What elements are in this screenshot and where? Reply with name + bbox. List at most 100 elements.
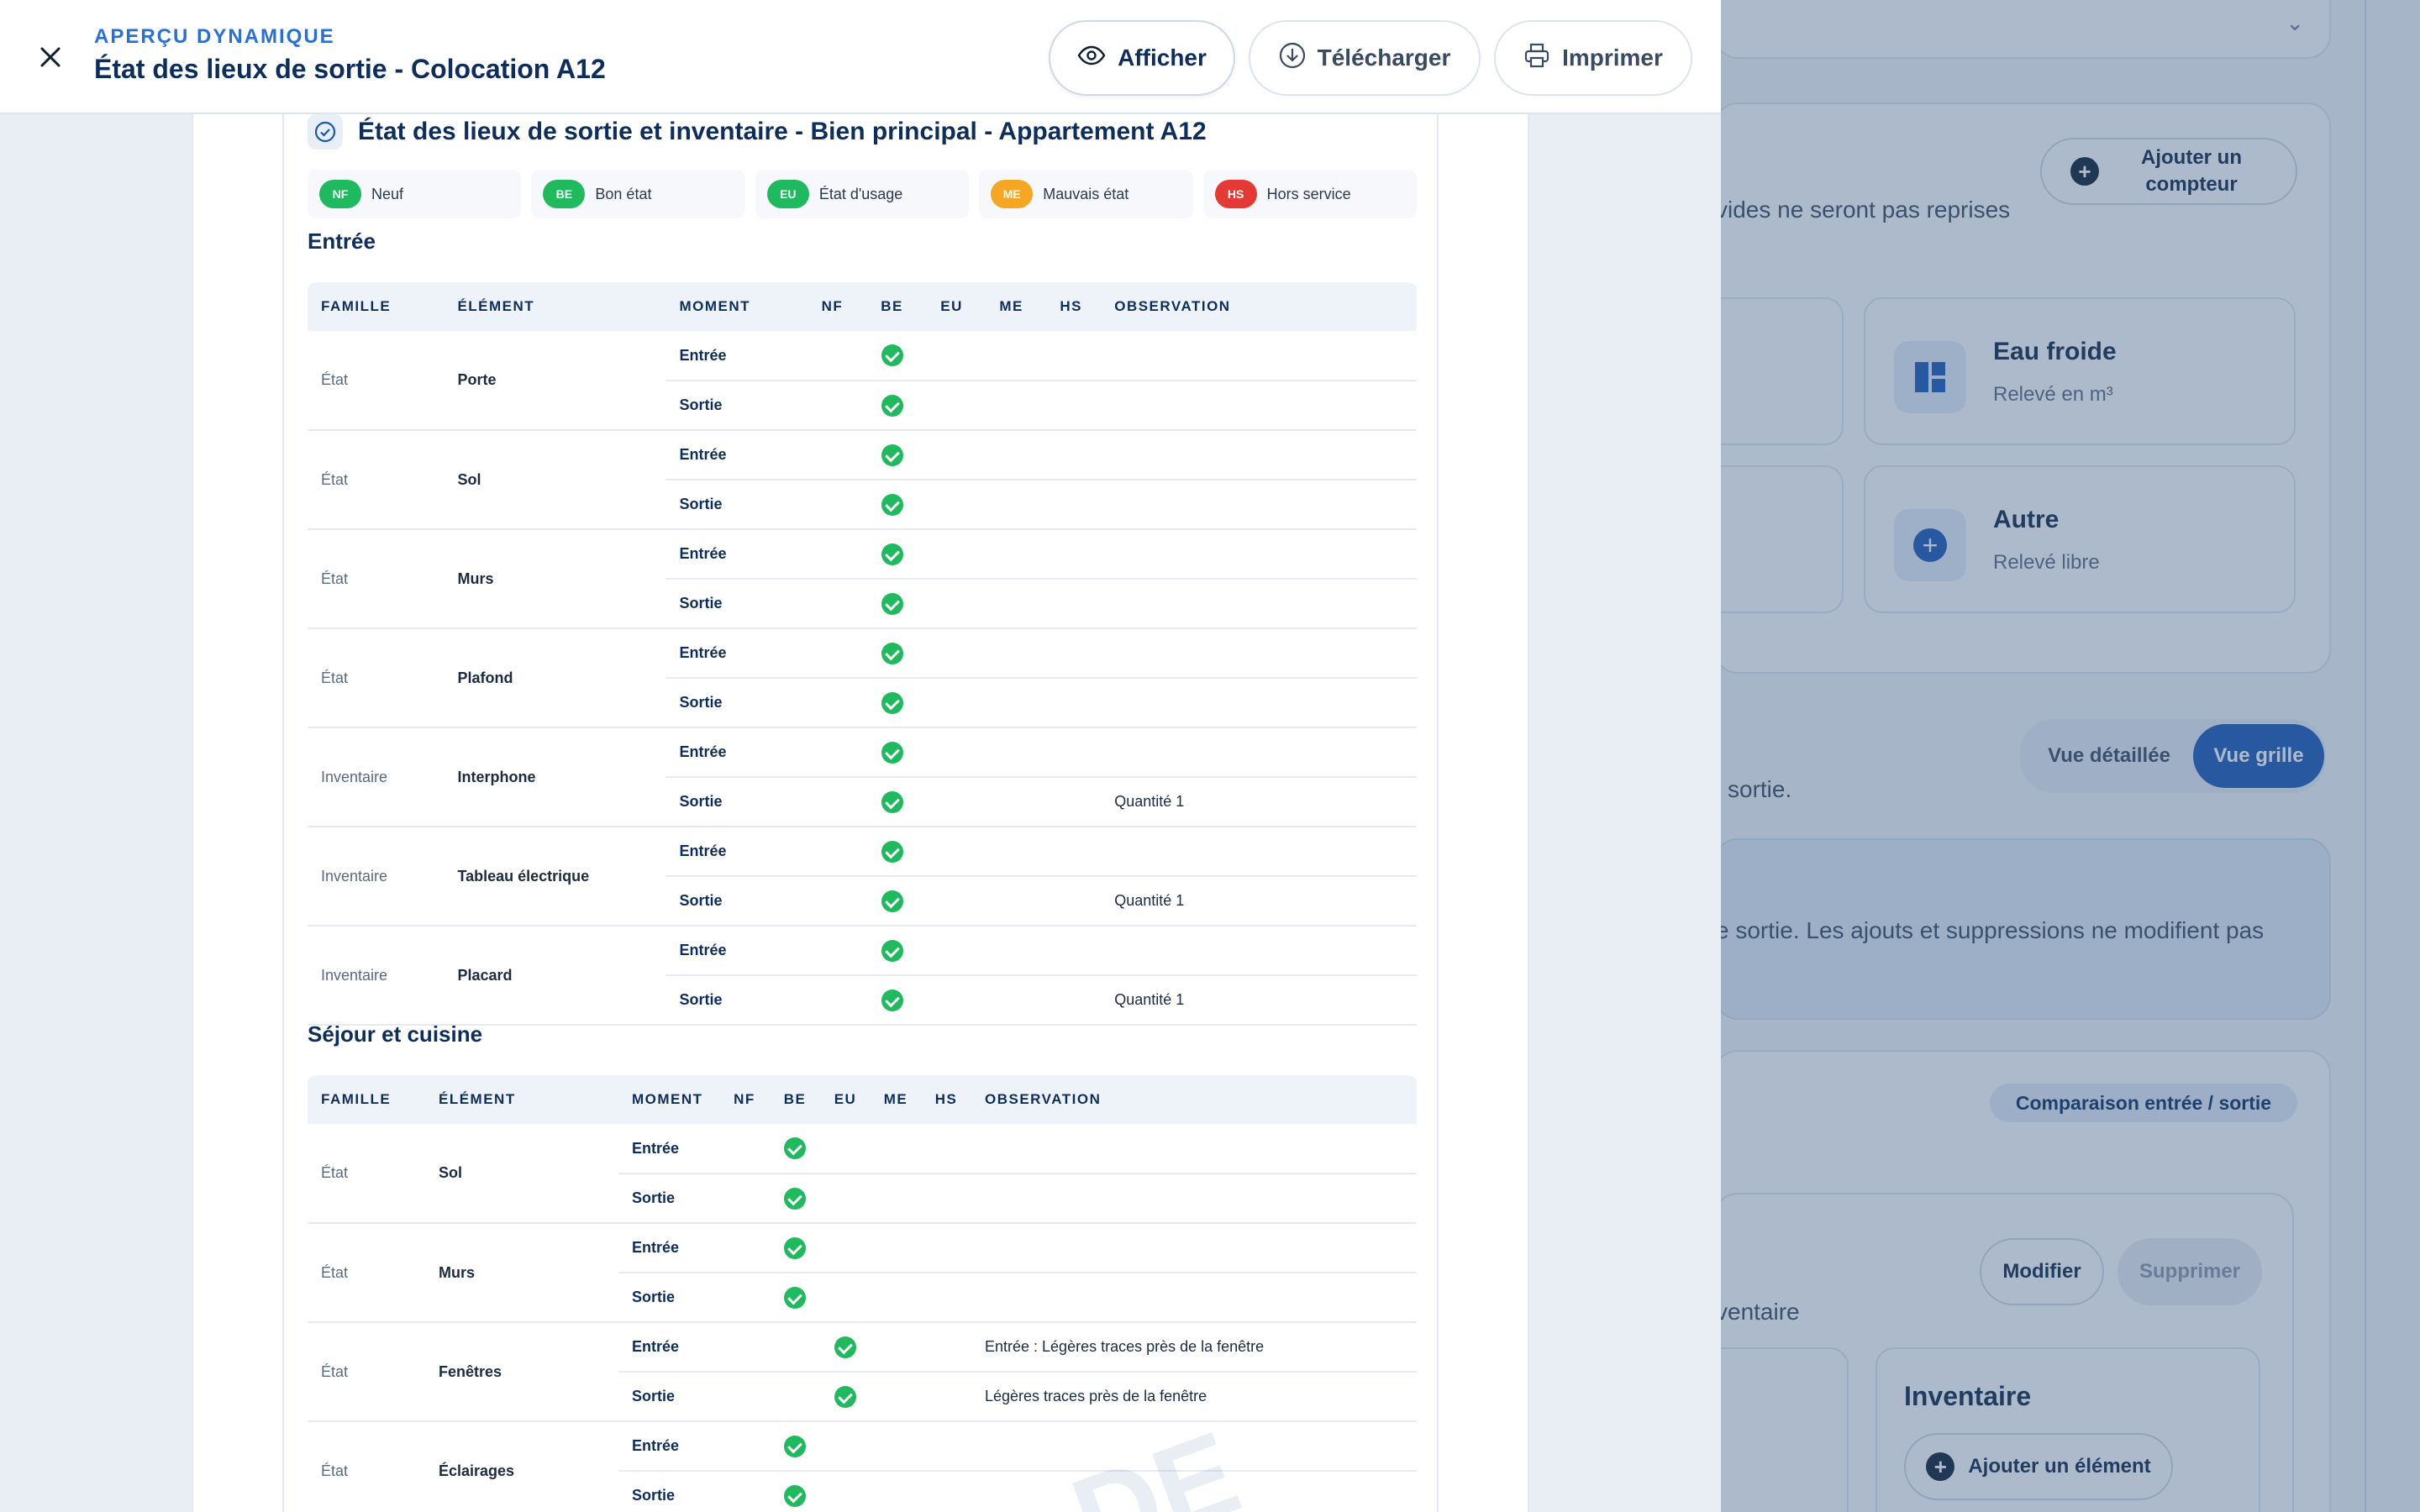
state-eu-cell xyxy=(922,678,982,728)
moment-cell: Sortie xyxy=(618,1372,719,1422)
observation-cell xyxy=(971,1124,1417,1174)
state-hs-cell xyxy=(1041,827,1102,877)
state-me-cell xyxy=(981,727,1042,778)
table-row: État Murs Entrée xyxy=(308,529,1417,629)
inventory-table: FAMILLE ÉLÉMENT MOMENT NF BE EU ME HS OBSERVATIO… xyxy=(308,1075,1417,1512)
state-me-cell xyxy=(981,975,1042,1026)
state-eu-cell xyxy=(820,1173,871,1224)
imprimer-button[interactable]: Imprimer xyxy=(1494,20,1692,96)
state-nf-cell xyxy=(719,1322,770,1373)
element-cell: Plafond xyxy=(444,628,666,728)
state-me-cell xyxy=(981,430,1042,480)
observation-cell xyxy=(1101,381,1417,431)
state-be-cell xyxy=(861,430,923,480)
state-hs-cell xyxy=(921,1471,971,1512)
moment-cell: Entrée xyxy=(618,1322,719,1373)
state-nf-cell xyxy=(802,628,862,679)
state-me-cell xyxy=(871,1322,921,1373)
table-row: État Fenêtres Entrée Entrée : Légères trace… xyxy=(308,1322,1417,1422)
state-eu-cell xyxy=(922,926,982,976)
state-eu-cell xyxy=(820,1322,871,1373)
preview-eyebrow: APERÇU DYNAMIQUE xyxy=(94,25,335,48)
state-me-cell xyxy=(871,1173,921,1224)
state-eu-cell xyxy=(922,876,982,927)
state-be-cell xyxy=(770,1173,820,1224)
state-hs-cell xyxy=(1041,777,1102,827)
state-hs-cell xyxy=(1041,628,1102,679)
moment-cell: Entrée xyxy=(666,628,802,679)
famille-cell: État xyxy=(308,331,445,431)
check-icon xyxy=(784,1236,806,1259)
state-hs-cell xyxy=(921,1223,971,1273)
check-icon xyxy=(881,989,903,1011)
telecharger-button[interactable]: Télécharger xyxy=(1249,20,1481,96)
state-nf-cell xyxy=(802,727,862,778)
state-hs-cell xyxy=(1041,579,1102,629)
close-icon[interactable] xyxy=(34,40,67,74)
check-icon xyxy=(881,493,903,516)
moment-cell: Entrée xyxy=(666,727,802,778)
state-me-cell xyxy=(871,1273,921,1323)
inventory-table: FAMILLE ÉLÉMENT MOMENT NF BE EU ME HS OBSERVATIO… xyxy=(308,282,1417,1026)
famille-cell: État xyxy=(308,1223,425,1323)
table-row: État Plafond Entrée xyxy=(308,628,1417,728)
table-row: Inventaire Interphone Entrée xyxy=(308,727,1417,827)
moment-cell: Sortie xyxy=(666,381,802,431)
afficher-button[interactable]: Afficher xyxy=(1049,20,1235,96)
eye-icon xyxy=(1077,45,1106,71)
famille-cell: État xyxy=(308,430,445,530)
state-me-cell xyxy=(871,1223,921,1273)
moment-cell: Entrée xyxy=(666,529,802,580)
legend-badge: HS xyxy=(1214,180,1257,208)
column-header: ME xyxy=(871,1075,921,1124)
column-header: MOMENT xyxy=(666,282,802,331)
column-header: ÉLÉMENT xyxy=(444,282,666,331)
moment-cell: Entrée xyxy=(666,926,802,976)
element-cell: Placard xyxy=(444,926,666,1026)
check-icon xyxy=(881,642,903,664)
moment-cell: Entrée xyxy=(666,331,802,381)
afficher-label: Afficher xyxy=(1118,45,1207,71)
column-header: EU xyxy=(820,1075,871,1124)
check-icon xyxy=(881,840,903,863)
column-header: BE xyxy=(770,1075,820,1124)
state-be-cell xyxy=(861,579,923,629)
state-eu-cell xyxy=(922,777,982,827)
moment-cell: Entrée xyxy=(618,1421,719,1472)
column-header: HS xyxy=(1041,282,1102,331)
element-cell: Tableau électrique xyxy=(444,827,666,927)
state-eu-cell xyxy=(922,628,982,679)
moment-cell: Entrée xyxy=(618,1223,719,1273)
state-eu-cell xyxy=(922,529,982,580)
state-be-cell xyxy=(770,1372,820,1422)
state-be-cell xyxy=(770,1421,820,1472)
page-title: État des lieux de sortie - Colocation A1… xyxy=(94,54,606,84)
column-header: EU xyxy=(922,282,982,331)
check-icon xyxy=(784,1484,806,1507)
state-nf-cell xyxy=(802,975,862,1026)
observation-cell xyxy=(1101,628,1417,679)
state-nf-cell xyxy=(802,827,862,877)
room-title: Séjour et cuisine xyxy=(308,1021,483,1047)
legend-badge: ME xyxy=(991,180,1034,208)
table-row: État Sol Entrée xyxy=(308,430,1417,530)
check-icon xyxy=(881,939,903,962)
state-be-cell xyxy=(770,1322,820,1373)
state-be-cell xyxy=(861,827,923,877)
state-nf-cell xyxy=(719,1372,770,1422)
column-header: ÉLÉMENT xyxy=(425,1075,618,1124)
state-be-cell xyxy=(861,480,923,530)
moment-cell: Sortie xyxy=(666,579,802,629)
section-title: État des lieux de sortie et inventaire -… xyxy=(358,118,1207,145)
state-hs-cell xyxy=(921,1421,971,1472)
table-row: État Éclairages Entrée xyxy=(308,1421,1417,1512)
check-icon xyxy=(784,1187,806,1210)
check-icon xyxy=(881,741,903,764)
check-icon xyxy=(881,691,903,714)
state-be-cell xyxy=(861,727,923,778)
table-header-row: FAMILLE ÉLÉMENT MOMENT NF BE EU ME HS OBSERVATIO… xyxy=(308,1075,1417,1124)
state-me-cell xyxy=(871,1421,921,1472)
famille-cell: État xyxy=(308,1421,425,1512)
famille-cell: État xyxy=(308,628,445,728)
preview-header: APERÇU DYNAMIQUE État des lieux de sorti… xyxy=(0,0,1721,114)
